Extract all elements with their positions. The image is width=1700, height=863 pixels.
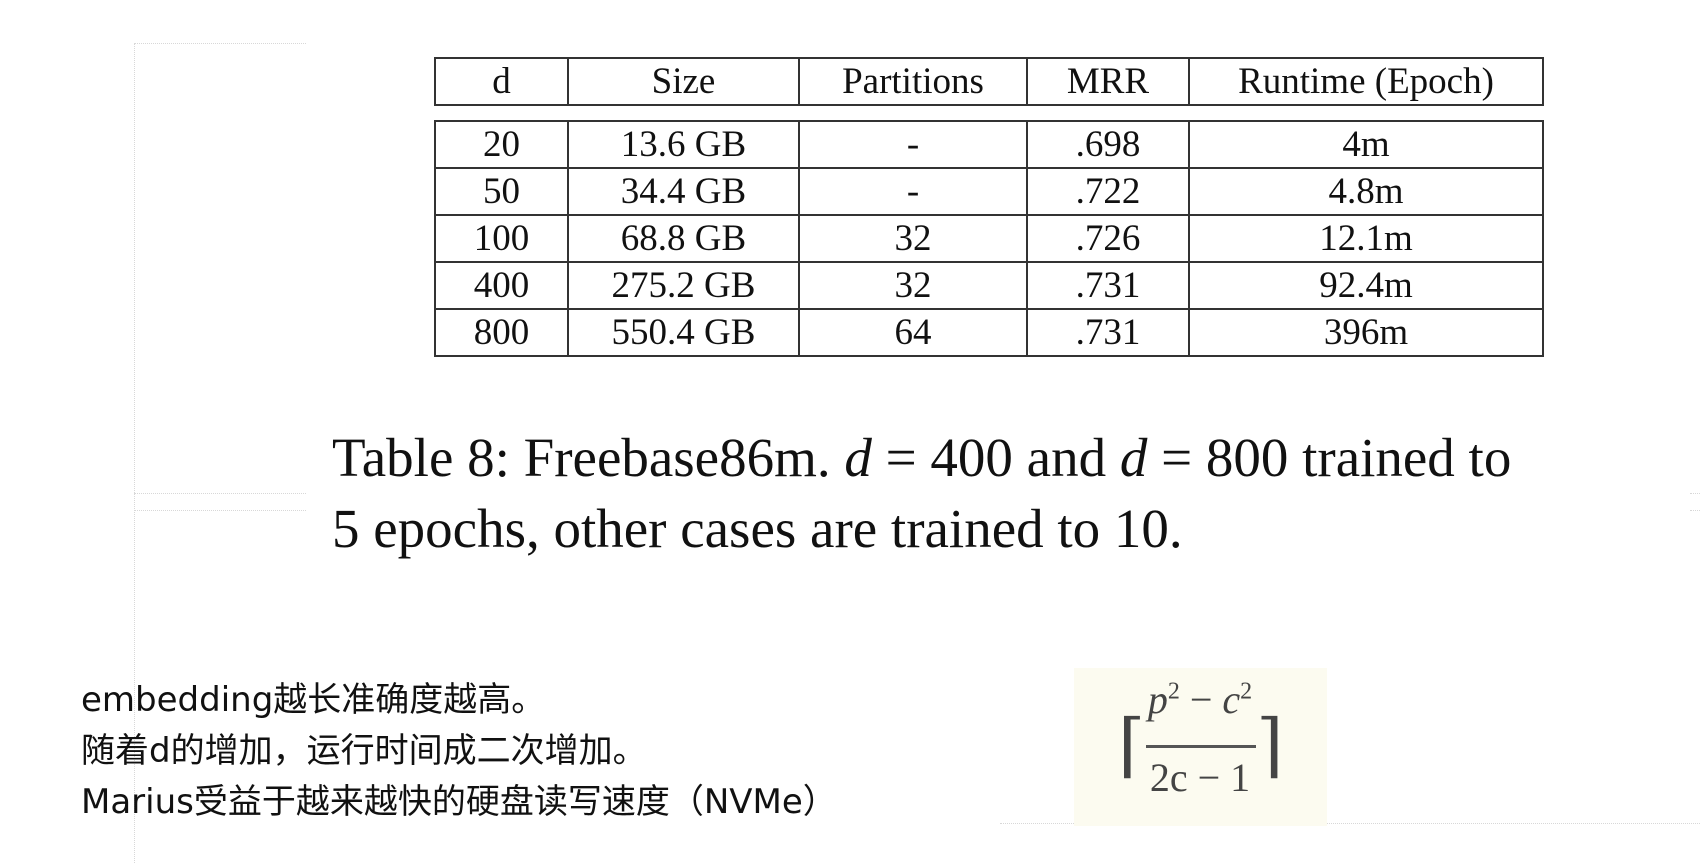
table-cell: 550.4 GB <box>567 308 800 357</box>
header-d: d <box>434 57 569 106</box>
table-cell: .731 <box>1026 261 1190 310</box>
table-cell: 13.6 GB <box>567 120 800 169</box>
table-cell: 34.4 GB <box>567 167 800 216</box>
table-cell: - <box>798 120 1028 169</box>
header-mrr: MRR <box>1026 57 1190 106</box>
header-partitions: Partitions <box>798 57 1028 106</box>
table-cell: 92.4m <box>1188 261 1544 310</box>
table-gap <box>435 104 1543 122</box>
caption-text: = 800 trained to <box>1147 427 1512 488</box>
table-cell: 4.8m <box>1188 167 1544 216</box>
table-cell: 68.8 GB <box>567 214 800 263</box>
formula-image: ⌈ p2 − c2 2c − 1 ⌉ <box>1074 668 1327 826</box>
note-line: embedding越长准确度越高。 <box>81 680 546 720</box>
table-cell: - <box>798 167 1028 216</box>
caption-text: = 400 and <box>871 427 1120 488</box>
table-cell: 400 <box>434 261 569 310</box>
table-row: 50 34.4 GB - .722 4.8m <box>434 167 1544 216</box>
table-caption: Table 8: Freebase86m. d = 400 and d = 80… <box>332 422 1700 564</box>
table-cell: 396m <box>1188 308 1544 357</box>
table-cell: 32 <box>798 214 1028 263</box>
header-runtime: Runtime (Epoch) <box>1188 57 1544 106</box>
table-cell: .722 <box>1026 167 1190 216</box>
table-cell: .698 <box>1026 120 1190 169</box>
header-size: Size <box>567 57 800 106</box>
table-row: 20 13.6 GB - .698 4m <box>434 120 1544 169</box>
table-cell: .731 <box>1026 308 1190 357</box>
table-cell: 32 <box>798 261 1028 310</box>
table-row: 100 68.8 GB 32.726 12.1m <box>434 214 1544 263</box>
table-cell: 4m <box>1188 120 1544 169</box>
table-cell: 12.1m <box>1188 214 1544 263</box>
table-header-row: d Size Partitions MRR Runtime (Epoch) <box>434 57 1544 106</box>
note-line: 随着d的增加，运行时间成二次增加。 <box>81 731 647 771</box>
fraction-bar <box>1146 745 1256 748</box>
caption-prefix: Table 8: Freebase86m. <box>332 427 831 488</box>
table-cell: 20 <box>434 120 569 169</box>
results-table: d Size Partitions MRR Runtime (Epoch) 20… <box>434 57 1544 357</box>
right-ceil: ⌉ <box>1256 704 1284 786</box>
dotted-guide <box>134 493 306 494</box>
table-cell: 100 <box>434 214 569 263</box>
formula-numerator: p2 − c2 <box>1147 677 1253 722</box>
table-cell: 275.2 GB <box>567 261 800 310</box>
note-line: Marius受益于越来越快的硬盘读写速度（NVMe） <box>81 782 837 822</box>
caption-var: d <box>1119 427 1148 488</box>
caption-line-1: Table 8: Freebase86m. d = 400 and d = 80… <box>332 422 1700 493</box>
table-row: 800 550.4 GB 64.731 396m <box>434 308 1544 357</box>
dotted-guide <box>134 510 306 511</box>
table-cell: 64 <box>798 308 1028 357</box>
caption-line-2: 5 epochs, other cases are trained to 10. <box>332 498 1183 559</box>
caption-var: d <box>844 427 872 488</box>
table-cell: 50 <box>434 167 569 216</box>
table-body: 20 13.6 GB - .698 4m 50 34.4 GB - .722 4.8m 100 68.… <box>434 120 1544 357</box>
formula-denominator: 2c − 1 <box>1149 755 1251 800</box>
table-row: 400 275.2 GB 32.731 92.4m <box>434 261 1544 310</box>
table-cell: 800 <box>434 308 569 357</box>
dotted-guide <box>134 43 306 44</box>
notes: embedding越长准确度越高。 随着d的增加，运行时间成二次增加。 Mari… <box>81 675 837 828</box>
table-cell: .726 <box>1026 214 1190 263</box>
